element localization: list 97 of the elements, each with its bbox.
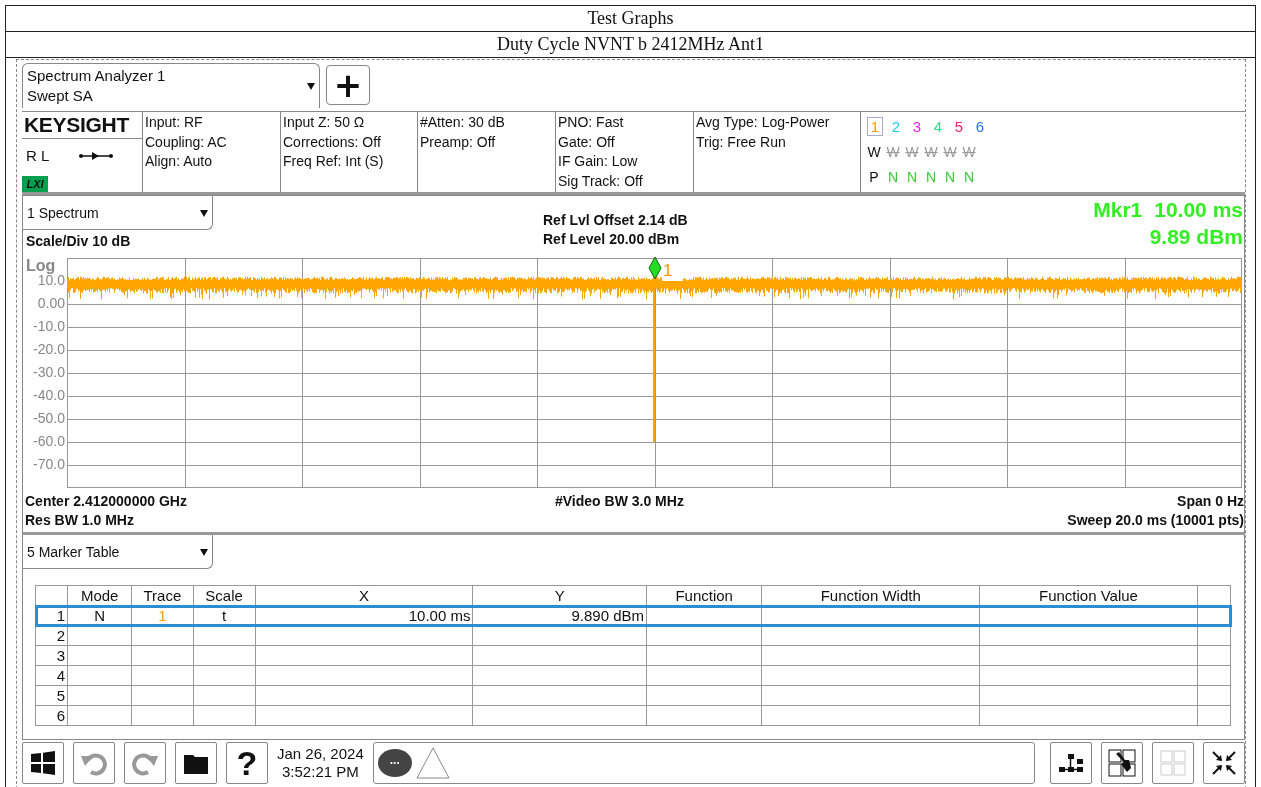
marker-x-value: 10.00 ms (1154, 197, 1243, 223)
rf-input-label: R L (26, 147, 50, 164)
trace-type: W (905, 143, 919, 160)
trace-type: W (943, 143, 957, 160)
setting-text: Align: Auto (145, 152, 213, 171)
column-header: Function Width (761, 585, 980, 606)
page-title: Test Graphs (6, 6, 1255, 32)
connector-icon (79, 151, 114, 160)
center-frequency-label: Center 2.412000000 GHz (25, 492, 188, 511)
message-button[interactable]: ... (377, 749, 412, 777)
row-number: 2 (35, 625, 68, 646)
brand-logo: KEYSIGHT (22, 112, 142, 139)
row-number: 4 (35, 665, 68, 686)
setting-text: Avg Type: Log-Power (696, 113, 831, 132)
help-button[interactable]: ? (226, 742, 268, 784)
sweep-label: Sweep 20.0 ms (10001 pts) (1066, 511, 1244, 530)
column-header: Function (646, 585, 762, 606)
y-axis-label: -30.0 (32, 366, 66, 382)
y-axis-label: -20.0 (32, 343, 66, 359)
detector-type: N (905, 168, 919, 185)
table-row[interactable]: 3 (35, 645, 1231, 666)
row-number: 5 (35, 685, 68, 706)
column-header: Trace (131, 585, 193, 606)
lxi-badge: LXI (22, 176, 48, 192)
windows-icon (28, 748, 58, 778)
column-header: Mode (67, 585, 132, 606)
caret-icon (200, 547, 208, 556)
detector-type: N (943, 168, 957, 185)
add-button[interactable]: + (326, 65, 370, 105)
setting-text: #Atten: 30 dB (420, 113, 506, 132)
row-number: 6 (35, 705, 68, 726)
table-row[interactable]: 2 (35, 625, 1231, 646)
marker-name: Mkr1 (1093, 197, 1143, 223)
setting-text: Corrections: Off (283, 132, 382, 152)
column-header: Scale (193, 585, 256, 606)
folder-button[interactable] (175, 742, 217, 784)
y-axis-label: -60.0 (32, 435, 66, 451)
setting-text: Preamp: Off (420, 132, 497, 152)
y-axis-label: -40.0 (32, 389, 66, 405)
caret-icon (200, 208, 208, 217)
trace-type: W (867, 143, 881, 160)
trace-type: W (886, 143, 900, 160)
setting-text: Trig: Free Run (696, 132, 787, 152)
touch-icon (1107, 748, 1137, 778)
column-header: X (255, 585, 473, 606)
triangle-icon (415, 747, 450, 779)
table-row[interactable]: 1 N 1 t 10.00 ms 9.890 dBm (35, 605, 1231, 626)
y-axis-label: 0.00 (36, 297, 66, 313)
trace-type: W (924, 143, 938, 160)
table-row[interactable]: 6 (35, 705, 1231, 726)
detector-type: N (886, 168, 900, 185)
ref-offset-label: Ref Lvl Offset 2.14 dB (543, 211, 689, 230)
analyzer-dropdown[interactable]: Spectrum Analyzer 1 Swept SA (22, 63, 320, 108)
detector-type: N (962, 168, 976, 185)
video-bandwidth-label: #Video BW 3.0 MHz (555, 492, 685, 511)
caret-icon (307, 82, 315, 90)
y-axis-label: -50.0 (32, 412, 66, 428)
y-axis-label: -10.0 (32, 320, 66, 336)
scale-label: Scale/Div 10 dB (25, 232, 132, 251)
column-header: Y (472, 585, 647, 606)
scale-type-label: Log (25, 258, 56, 274)
time-text: 3:52:21 PM (281, 763, 360, 781)
table-row[interactable]: 4 (35, 665, 1231, 686)
marker-y-value: 9.89 dBm (1148, 224, 1243, 250)
row-number: 3 (35, 645, 68, 666)
window-dropdown[interactable]: 1 Spectrum (23, 196, 213, 230)
setting-text: PNO: Fast (558, 113, 625, 132)
setting-text: IF Gain: Low (558, 152, 639, 171)
table-row[interactable]: 5 (35, 685, 1231, 706)
detector-type: N (924, 168, 938, 185)
marker-number: 1 (662, 261, 684, 281)
setting-text: Input Z: 50 Ω (283, 113, 366, 132)
column-header: Function Value (979, 585, 1198, 606)
y-axis-label: -70.0 (32, 458, 66, 474)
trace-number[interactable]: 6 (972, 117, 988, 136)
window-dropdown[interactable]: 5 Marker Table (23, 535, 213, 569)
setting-text: Input: RF (145, 113, 204, 132)
y-axis-label: 10.0 (37, 274, 66, 290)
message-bar[interactable]: ... (372, 742, 1035, 784)
trace-number[interactable]: 5 (951, 117, 967, 136)
resolution-bandwidth-label: Res BW 1.0 MHz (25, 511, 135, 530)
span-label: Span 0 Hz (1176, 492, 1244, 511)
setting-text: Freq Ref: Int (S) (283, 152, 385, 171)
setting-text: Gate: Off (558, 132, 616, 152)
windows-button[interactable] (22, 742, 64, 784)
trace-type: W (962, 143, 976, 160)
touch-button[interactable] (1101, 742, 1143, 784)
network-button[interactable] (1050, 742, 1092, 784)
collapse-button[interactable] (1203, 742, 1245, 784)
setting-text: Sig Track: Off (558, 171, 644, 191)
ref-level-label: Ref Level 20.00 dBm (543, 230, 681, 249)
marker-diamond-icon (648, 256, 662, 280)
detector-type: P (868, 168, 880, 185)
date-text: Jan 26, 2024 (277, 745, 364, 763)
graph-title: Duty Cycle NVNT b 2412MHz Ant1 (6, 32, 1255, 58)
setting-text: Coupling: AC (145, 132, 228, 152)
grid-icon (1158, 748, 1188, 778)
